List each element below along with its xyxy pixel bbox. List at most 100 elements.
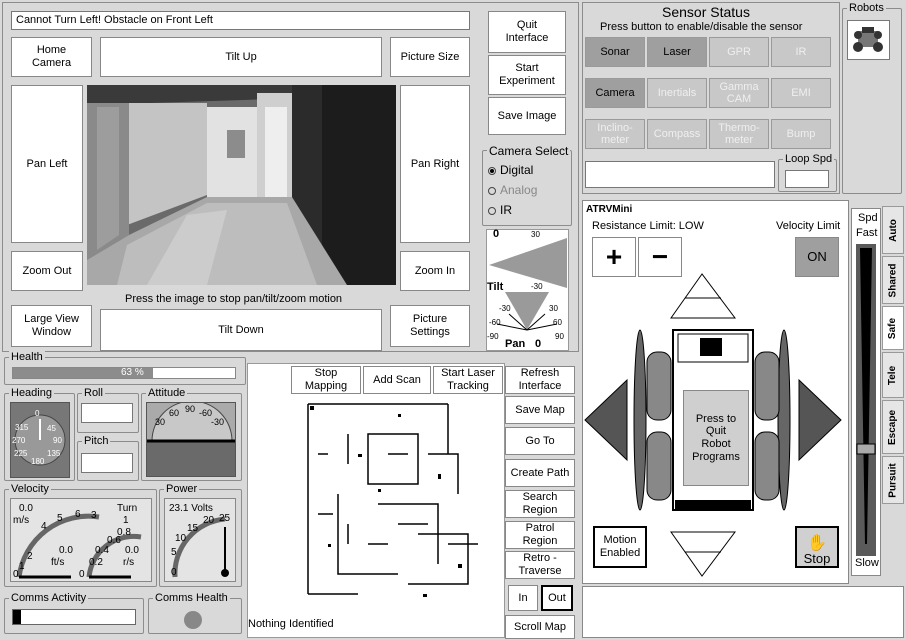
camera-select-title: Camera Select [487, 144, 571, 158]
comms-activity-bar [12, 609, 136, 625]
add-scan-button[interactable]: Add Scan [363, 366, 431, 394]
camera-image[interactable] [87, 85, 396, 285]
tilt-up-button[interactable]: Tilt Up [100, 37, 382, 77]
camera-option-analog[interactable]: Analog [488, 183, 537, 197]
roll-title: Roll [82, 387, 105, 399]
go-to-button[interactable]: Go To [505, 427, 575, 455]
mode-tab-auto[interactable]: Auto [882, 206, 904, 254]
map-zoom-out-button[interactable]: Out [541, 585, 573, 611]
tilt-value: 0 [493, 228, 500, 240]
tilt-tick-top: 30 [531, 230, 540, 239]
pan-tick-right-1: 60 [553, 318, 562, 327]
create-path-button[interactable]: Create Path [505, 459, 575, 487]
velocity-rs-unit: r/s [123, 557, 135, 568]
attitude-title: Attitude [146, 387, 188, 399]
mode-tab-shared[interactable]: Shared [882, 256, 904, 304]
robot-select-button[interactable] [847, 20, 890, 60]
mode-tab-tele[interactable]: Tele [882, 352, 904, 398]
power-title: Power [164, 483, 200, 495]
refresh-interface-button[interactable]: Refresh Interface [505, 366, 575, 394]
map-area[interactable] [247, 363, 505, 638]
forward-arrow-icon [670, 273, 736, 319]
stop-mapping-button[interactable]: Stop Mapping [291, 366, 361, 394]
heading-tick-135: 135 [47, 449, 61, 458]
sensor-button-thermometer[interactable]: Thermo- meter [709, 119, 769, 149]
velocity-fts-unit: ft/s [51, 557, 65, 568]
mode-tab-escape[interactable]: Escape [882, 400, 904, 454]
tilt-down-button[interactable]: Tilt Down [100, 309, 382, 351]
pitch-value-box [81, 453, 133, 473]
velocity-tick-2: 2 [27, 551, 33, 562]
speed-slider-track[interactable] [856, 244, 876, 556]
stop-button[interactable]: ✋ Stop [795, 526, 839, 568]
robots-title: Robots [847, 2, 886, 14]
picture-size-button[interactable]: Picture Size [390, 37, 470, 77]
start-experiment-button[interactable]: Start Experiment [488, 55, 566, 95]
camera-option-ir[interactable]: IR [488, 203, 512, 217]
sensor-button-inertials[interactable]: Inertials [647, 78, 707, 108]
sensor-button-bump[interactable]: Bump [771, 119, 831, 149]
loop-spd-input[interactable] [785, 170, 829, 188]
mode-tab-safe[interactable]: Safe [882, 306, 904, 350]
roll-value-box [81, 403, 133, 423]
quit-interface-button[interactable]: Quit Interface [488, 11, 566, 53]
camera-option-label: Digital [500, 163, 534, 177]
loop-spd-label: Loop Spd [783, 153, 835, 165]
sensor-status-title: Sensor Status [662, 4, 750, 20]
sensor-button-gammacam[interactable]: Gamma CAM [709, 78, 769, 108]
search-region-button[interactable]: Search Region [505, 490, 575, 518]
motion-enabled-button[interactable]: Motion Enabled [593, 526, 647, 568]
sensor-button-ir[interactable]: IR [771, 37, 831, 67]
map-graphic [307, 403, 478, 597]
camera-scene-graphic [87, 85, 396, 285]
bottom-status-strip [582, 586, 904, 638]
radio-selected-icon [488, 166, 496, 175]
save-map-button[interactable]: Save Map [505, 396, 575, 424]
sensor-button-compass[interactable]: Compass [647, 119, 707, 149]
camera-option-digital[interactable]: Digital [488, 163, 533, 177]
sensor-button-inclinometer[interactable]: Inclino- meter [585, 119, 645, 149]
home-camera-button[interactable]: Home Camera [11, 37, 92, 77]
heading-compass: 0 45 90 135 180 225 270 315 [10, 402, 70, 478]
power-volts: 23.1 Volts [169, 503, 213, 514]
attitude-tick-30: 30 [155, 417, 166, 427]
picture-settings-button[interactable]: Picture Settings [390, 305, 470, 347]
zoom-in-button[interactable]: Zoom In [400, 251, 470, 291]
mode-tab-pursuit[interactable]: Pursuit [882, 456, 904, 504]
start-laser-tracking-button[interactable]: Start Laser Tracking [433, 366, 503, 394]
camera-hint-text: Press the image to stop pan/tilt/zoom mo… [125, 293, 343, 305]
sensor-button-sonar[interactable]: Sonar [585, 37, 645, 67]
turn-tick-1: 1 [123, 515, 129, 526]
left-arrow-icon [584, 378, 628, 462]
attitude-tick-60: 60 [169, 408, 180, 418]
sensor-status-subtitle: Press button to enable/disable the senso… [600, 21, 803, 33]
quit-robot-programs-button[interactable]: Press to Quit Robot Programs [683, 390, 749, 486]
velocity-title: Velocity [9, 483, 51, 495]
map-zoom-in-button[interactable]: In [508, 585, 538, 611]
attitude-indicator: 30 60 90 -60 -30 [146, 402, 236, 477]
sensor-button-emi[interactable]: EMI [771, 78, 831, 108]
speed-fast-label: Fast [856, 227, 878, 239]
speed-slow-label: Slow [855, 557, 879, 569]
status-message-bar: Cannot Turn Left! Obstacle on Front Left [11, 11, 470, 30]
comms-activity-fill [13, 610, 21, 624]
patrol-region-button[interactable]: Patrol Region [505, 521, 575, 549]
robot-name: ATRVMini [586, 204, 633, 215]
velocity-zero-label: 0 [79, 569, 85, 580]
retro-traverse-button[interactable]: Retro - Traverse [505, 551, 575, 579]
pan-right-button[interactable]: Pan Right [400, 85, 470, 243]
heading-title: Heading [9, 387, 54, 399]
velocity-left-unit: m/s [13, 515, 30, 526]
sensor-output-box [585, 161, 775, 188]
large-view-window-button[interactable]: Large View Window [11, 305, 92, 347]
mode-tab-label: Tele [887, 365, 899, 385]
sensor-button-laser[interactable]: Laser [647, 37, 707, 67]
sensor-button-gpr[interactable]: GPR [709, 37, 769, 67]
sensor-button-camera[interactable]: Camera [585, 78, 645, 108]
zoom-out-button[interactable]: Zoom Out [11, 251, 83, 291]
pan-left-button[interactable]: Pan Left [11, 85, 83, 243]
velocity-gauge: 0.0 m/s 2 1 0 3 4 5 6 0.0 ft/s Turn 1 0.… [10, 498, 152, 582]
save-image-button[interactable]: Save Image [488, 97, 566, 135]
scroll-map-button[interactable]: Scroll Map [505, 615, 575, 639]
mode-tab-label: Auto [887, 218, 899, 242]
